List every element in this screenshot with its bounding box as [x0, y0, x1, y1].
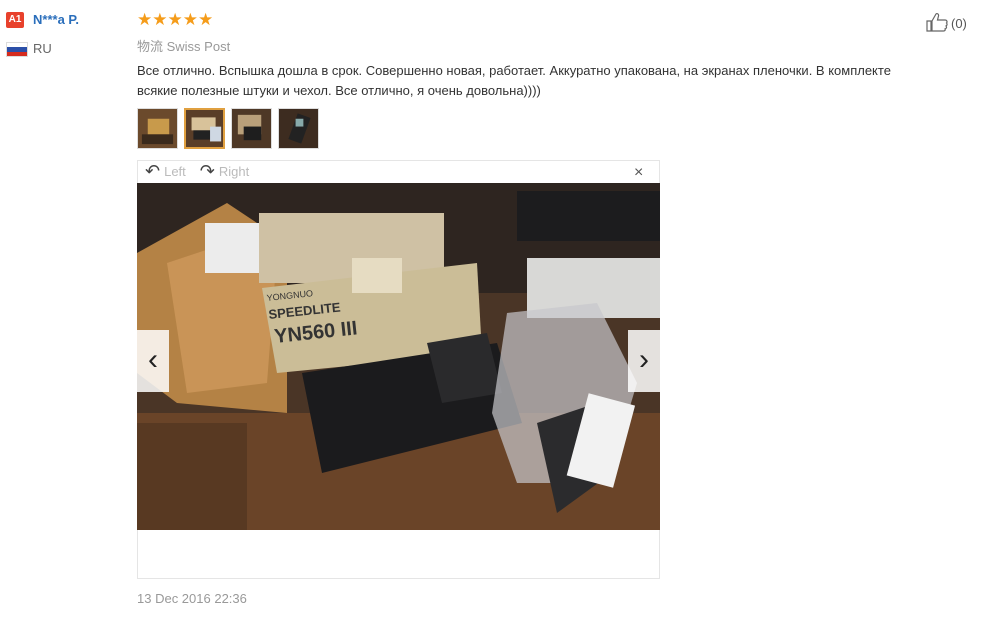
review-text: Все отлично. Вспышка дошла в срок. Совер… [137, 63, 891, 98]
russia-flag-icon [6, 42, 28, 57]
shipping-method: 物流 Swiss Post [137, 39, 231, 54]
thumbs-up-icon[interactable] [926, 12, 948, 35]
viewer-toolbar: ↶ Left ↷ Right [145, 161, 249, 182]
review-date: 13 Dec 2016 22:36 [137, 591, 247, 606]
review-thumbnail[interactable] [231, 108, 272, 149]
reviewer-name[interactable]: N***a P. [33, 12, 79, 27]
previous-image-button[interactable]: ‹ [137, 330, 169, 392]
review-thumbnail[interactable] [137, 108, 178, 149]
thumbnail-strip [137, 108, 319, 149]
reviewer-level-badge: A1 [6, 12, 24, 28]
rotate-left-button[interactable]: Left [164, 164, 186, 179]
rating-stars: ★★★★★ [137, 10, 214, 29]
rotate-right-icon[interactable]: ↷ [200, 161, 215, 182]
rotate-right-button[interactable]: Right [219, 164, 249, 179]
review-thumbnail-active[interactable] [184, 108, 225, 149]
next-image-button[interactable]: › [628, 330, 660, 392]
review-thumbnail[interactable] [278, 108, 319, 149]
like-count: (0) [951, 16, 967, 31]
review-photo: YONGNUO SPEEDLITE YN560 III [137, 183, 660, 530]
rotate-left-icon[interactable]: ↶ [145, 161, 160, 182]
close-viewer-button[interactable]: × [634, 164, 643, 182]
helpful-vote[interactable]: (0) [926, 12, 967, 35]
reviewer-country: RU [33, 41, 52, 56]
